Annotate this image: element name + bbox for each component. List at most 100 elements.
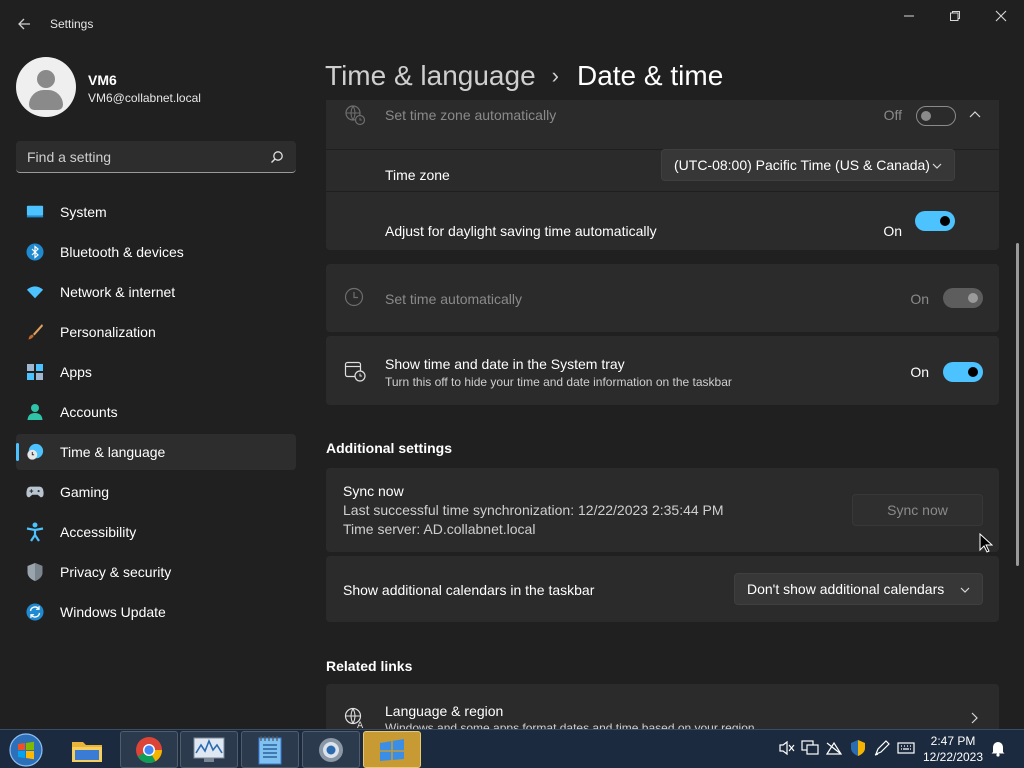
taskbar-monitor[interactable] (180, 731, 238, 768)
search-icon[interactable] (270, 150, 284, 164)
timezone-value: (UTC-08:00) Pacific Time (US & Canada) (674, 157, 930, 173)
security-shield-icon (851, 740, 865, 756)
page-title: Date & time (576, 60, 724, 91)
sync-now-button[interactable]: Sync now (852, 494, 983, 526)
brush-icon (26, 323, 44, 341)
scrollbar-thumb[interactable] (1016, 243, 1019, 566)
profile-name: VM6 (88, 72, 117, 88)
notepad-icon (258, 735, 282, 764)
sidebar-item-label: Bluetooth & devices (60, 244, 184, 260)
timezone-auto-toggle[interactable] (916, 106, 956, 126)
minimize-icon (904, 15, 914, 17)
tray-network[interactable] (800, 738, 820, 758)
tray-keyboard[interactable] (896, 738, 916, 758)
time-auto-state: On (910, 291, 929, 307)
sidebar-item-bluetooth[interactable]: Bluetooth & devices (16, 234, 296, 270)
network-icon (801, 740, 819, 755)
explorer-icon (72, 741, 102, 762)
tray-toggle[interactable] (943, 362, 983, 382)
breadcrumb-separator: › (551, 63, 559, 88)
language-region-link[interactable]: A Language & region Windows and some app… (326, 684, 999, 730)
back-button[interactable] (8, 10, 40, 38)
tray-pen[interactable] (872, 738, 892, 758)
bluetooth-icon (26, 243, 44, 261)
taskbar-windows-settings[interactable] (363, 731, 421, 768)
sidebar-item-system[interactable]: System (16, 194, 296, 230)
chrome-icon (136, 736, 163, 763)
svg-text:A: A (357, 721, 364, 729)
sidebar-item-apps[interactable]: Apps (16, 354, 296, 390)
sidebar-item-label: Accessibility (60, 524, 137, 540)
taskbar-chrome[interactable] (120, 731, 178, 768)
monitor-icon (193, 737, 225, 762)
chevron-up-icon[interactable] (969, 110, 981, 118)
taskbar-explorer[interactable] (58, 731, 116, 768)
shield-icon (26, 563, 44, 581)
divider (326, 191, 999, 192)
windows-settings-icon (380, 738, 404, 761)
tray-security[interactable] (848, 738, 868, 758)
time-auto-toggle[interactable] (943, 288, 983, 308)
timezone-label: Time zone (385, 167, 450, 183)
last-sync-text: Last successful time synchronization: 12… (343, 502, 724, 518)
sidebar-item-privacy[interactable]: Privacy & security (16, 554, 296, 590)
calendars-dropdown[interactable]: Don't show additional calendars (734, 573, 983, 605)
sidebar-item-gaming[interactable]: Gaming (16, 474, 296, 510)
daylight-toggle[interactable] (915, 211, 955, 231)
profile-email: VM6@collabnet.local (88, 91, 201, 105)
timezone-dropdown[interactable]: (UTC-08:00) Pacific Time (US & Canada) (661, 149, 955, 181)
search-box[interactable] (16, 141, 296, 173)
taskbar-settings[interactable] (302, 731, 360, 768)
gamepad-icon (26, 483, 44, 501)
breadcrumb-parent[interactable]: Time & language (325, 60, 536, 92)
sidebar-item-personalization[interactable]: Personalization (16, 314, 296, 350)
language-icon: A (344, 707, 364, 729)
sidebar-item-time-language[interactable]: Time & language (16, 434, 296, 470)
tray-description: Turn this off to hide your time and date… (385, 375, 732, 389)
chevron-down-icon (960, 587, 970, 593)
timezone-auto-label: Set time zone automatically (385, 107, 557, 123)
settings-icon (319, 737, 343, 762)
tray-notifications[interactable] (988, 738, 1008, 758)
speaker-muted-icon (779, 740, 795, 756)
update-icon (26, 603, 44, 621)
tray-label: Show time and date in the System tray (385, 356, 625, 372)
taskbar-notepad[interactable] (241, 731, 299, 768)
sidebar-item-label: Gaming (60, 484, 110, 500)
sync-label: Sync now (343, 483, 404, 499)
sidebar-item-label: Accounts (60, 404, 118, 420)
sidebar-item-label: Windows Update (60, 604, 166, 620)
daylight-state: On (883, 223, 902, 239)
maximize-button[interactable] (932, 0, 978, 32)
chevron-down-icon (932, 163, 942, 169)
sidebar-item-network[interactable]: Network & internet (16, 274, 296, 310)
minimize-button[interactable] (886, 0, 932, 32)
tray-card: Show time and date in the System tray Tu… (326, 336, 999, 405)
tray-no-speaker[interactable] (777, 738, 797, 758)
sidebar-item-accessibility[interactable]: Accessibility (16, 514, 296, 550)
clock-icon (344, 287, 364, 307)
search-input[interactable] (16, 141, 266, 172)
restore-icon (950, 11, 960, 21)
mouse-cursor-icon (979, 533, 993, 553)
sidebar-item-label: Time & language (60, 444, 166, 460)
flag-icon (825, 741, 843, 755)
clock-time: 2:47 PM (930, 734, 976, 748)
timezone-group-card: Set time zone automatically Off Time zon… (326, 100, 999, 250)
close-button[interactable] (978, 0, 1024, 32)
time-server-text: Time server: AD.collabnet.local (343, 521, 536, 537)
timezone-auto-state: Off (883, 107, 902, 123)
windows-orb-icon (9, 732, 43, 767)
sidebar-item-windows-update[interactable]: Windows Update (16, 594, 296, 630)
related-links-heading: Related links (326, 658, 413, 674)
sidebar-item-label: System (60, 204, 107, 220)
tray-action-center[interactable] (824, 738, 844, 758)
title-bar: Settings (0, 0, 1024, 48)
apps-icon (26, 363, 44, 381)
user-profile[interactable]: VM6 VM6@collabnet.local (16, 57, 296, 117)
accounts-icon (26, 403, 44, 421)
time-auto-label: Set time automatically (385, 291, 522, 307)
start-button[interactable] (4, 730, 48, 768)
sidebar-item-accounts[interactable]: Accounts (16, 394, 296, 430)
taskbar-clock[interactable]: 2:47 PM 12/22/2023 (920, 733, 986, 765)
